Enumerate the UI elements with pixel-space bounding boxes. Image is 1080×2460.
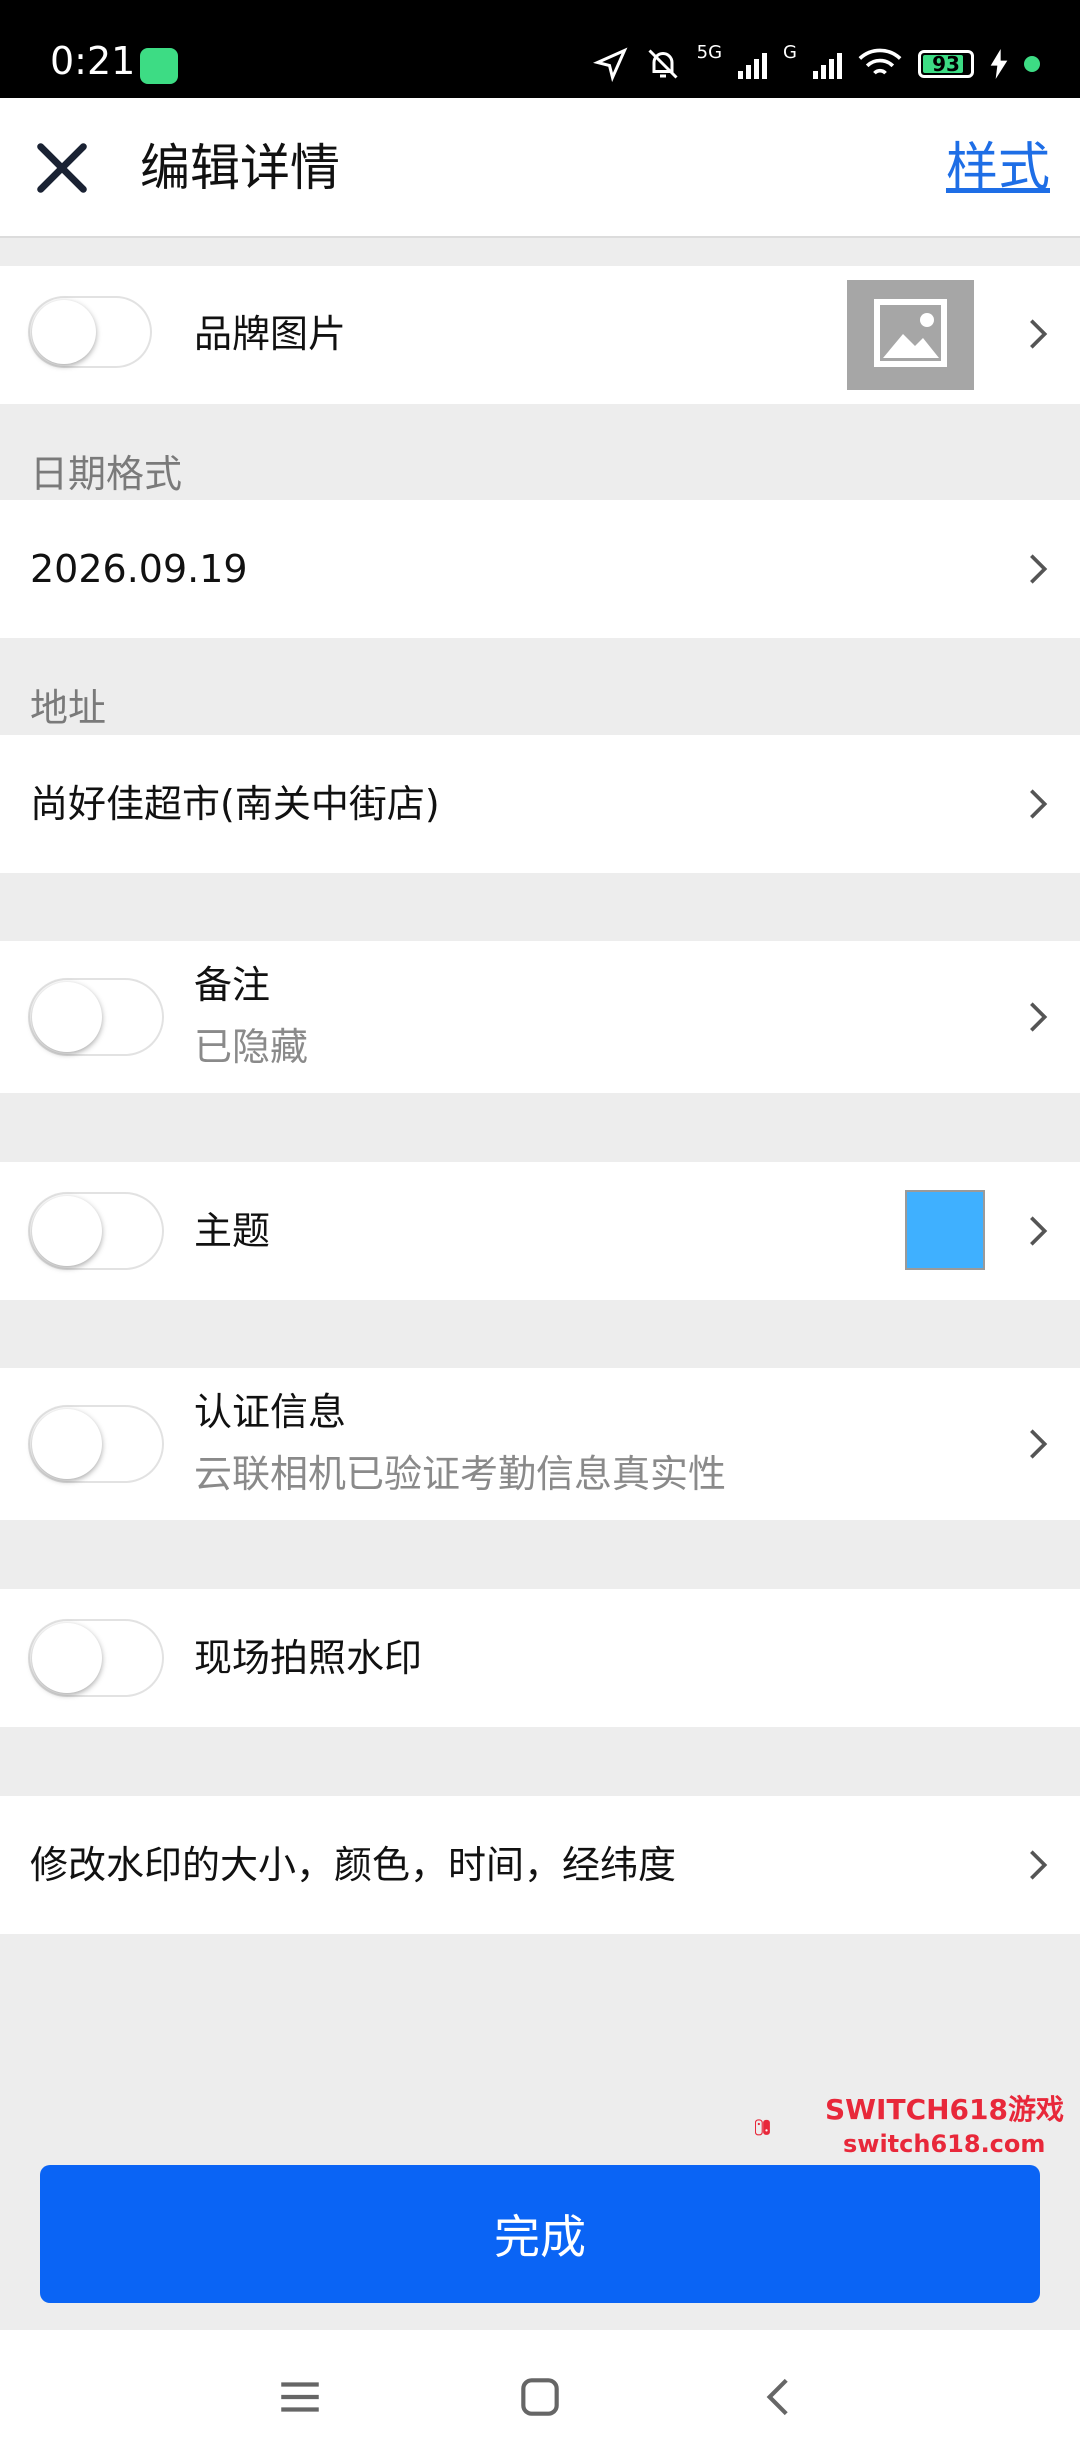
auth-info-description: 云联相机已验证考勤信息真实性 xyxy=(194,1452,727,1496)
bell-mute-icon xyxy=(648,49,678,79)
signal-5g-icon xyxy=(738,49,768,79)
note-toggle[interactable] xyxy=(28,978,164,1056)
chevron-right-icon xyxy=(1030,789,1048,819)
chevron-right-icon xyxy=(1030,1002,1048,1032)
chevron-right-icon xyxy=(1030,1850,1048,1880)
theme-label: 主题 xyxy=(194,1209,271,1253)
close-icon[interactable] xyxy=(30,136,94,200)
privacy-dot-icon xyxy=(1024,56,1040,72)
note-row[interactable]: 备注 已隐藏 xyxy=(0,941,1080,1093)
chevron-right-icon xyxy=(1030,1216,1048,1246)
onsite-watermark-label: 现场拍照水印 xyxy=(194,1636,423,1680)
watermark-url: switch618.com xyxy=(843,2130,1046,2158)
status-time: 0:21 xyxy=(50,39,136,83)
status-bar: 0:21 5G G 93 xyxy=(0,0,1080,98)
theme-toggle[interactable] xyxy=(28,1192,164,1270)
switch-logo-icon xyxy=(755,2119,770,2136)
app-bar: 编辑详情 样式 xyxy=(0,98,1080,238)
menu-icon[interactable] xyxy=(275,2372,325,2422)
address-row[interactable]: 尚好佳超市(南关中街店) xyxy=(0,735,1080,873)
back-icon[interactable] xyxy=(755,2372,805,2422)
done-button[interactable]: 完成 xyxy=(40,2165,1040,2303)
brand-image-label: 品牌图片 xyxy=(194,312,347,356)
wifi-icon xyxy=(858,48,902,75)
chevron-right-icon xyxy=(1030,319,1048,349)
navigation-bar xyxy=(0,2330,1080,2460)
onsite-watermark-row[interactable]: 现场拍照水印 xyxy=(0,1589,1080,1727)
network-label: 5G xyxy=(696,42,723,63)
watermark-text: SWITCH618游戏 xyxy=(825,2093,1064,2126)
battery-icon: 93 xyxy=(918,50,974,78)
battery-percent: 93 xyxy=(932,52,960,76)
style-link[interactable]: 样式 xyxy=(946,138,1050,198)
theme-color-swatch[interactable] xyxy=(905,1190,985,1270)
home-icon[interactable] xyxy=(515,2372,565,2422)
note-status: 已隐藏 xyxy=(194,1025,309,1069)
address-value: 尚好佳超市(南关中街店) xyxy=(30,782,440,826)
brand-image-toggle[interactable] xyxy=(28,296,152,368)
modify-watermark-row[interactable]: 修改水印的大小，颜色，时间，经纬度 xyxy=(0,1796,1080,1934)
note-label: 备注 xyxy=(194,963,271,1007)
address-section-label: 地址 xyxy=(30,686,107,730)
chevron-right-icon xyxy=(1030,554,1048,584)
charging-icon xyxy=(990,49,1008,79)
page-title: 编辑详情 xyxy=(140,139,340,197)
onsite-watermark-toggle[interactable] xyxy=(28,1619,164,1697)
network-label-2: G xyxy=(783,42,797,63)
date-value: 2026.09.19 xyxy=(30,547,248,591)
signal-g-icon xyxy=(813,49,842,79)
location-icon xyxy=(592,47,628,82)
brand-image-thumbnail[interactable] xyxy=(847,280,974,390)
date-row[interactable]: 2026.09.19 xyxy=(0,500,1080,638)
android-icon xyxy=(140,48,178,84)
image-placeholder-icon xyxy=(874,299,947,367)
date-section-label: 日期格式 xyxy=(30,452,183,496)
modify-watermark-label: 修改水印的大小，颜色，时间，经纬度 xyxy=(30,1843,677,1887)
auth-info-toggle[interactable] xyxy=(28,1405,164,1483)
auth-info-label: 认证信息 xyxy=(194,1390,347,1434)
chevron-right-icon xyxy=(1030,1429,1048,1459)
auth-info-row[interactable]: 认证信息 云联相机已验证考勤信息真实性 xyxy=(0,1368,1080,1520)
status-icons: 5G G 93 xyxy=(592,42,1040,84)
